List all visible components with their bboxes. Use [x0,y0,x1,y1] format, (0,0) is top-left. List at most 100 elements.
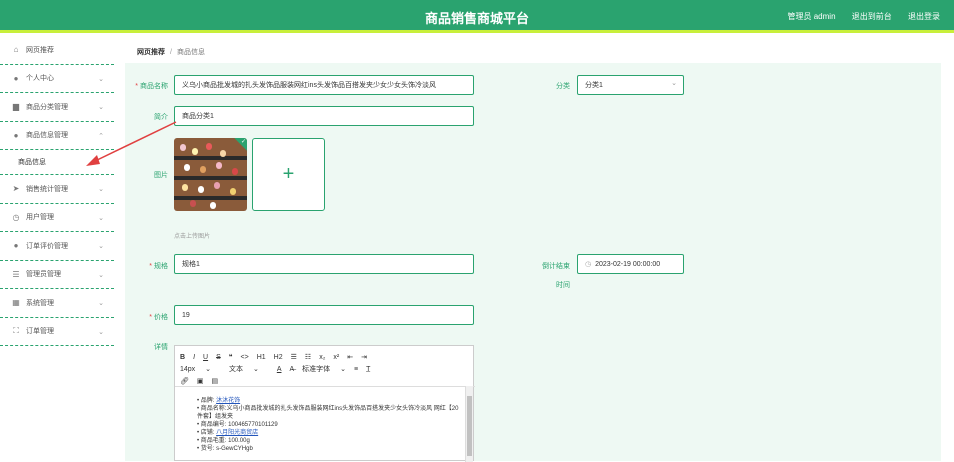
detail-line: • 品牌: 沐沐花饰 [197,398,241,404]
italic-button[interactable]: I [193,354,195,361]
user-icon: ● [13,241,19,251]
price-label: * 价格 [149,314,168,321]
sidebar-item-home[interactable]: ⌂ 网页推荐 [0,36,114,65]
breadcrumb-home[interactable]: 网页推荐 [137,47,165,57]
ordered-list-button[interactable]: ☰ [291,353,297,361]
plus-icon: + [282,163,295,185]
chevron-down-icon: ⌄ [98,243,104,250]
sidebar-item-admins[interactable]: ☰ 管理员管理 ⌄ [0,261,114,289]
chevron-down-icon: ⌄ [671,80,677,87]
sidebar-item-label: 网页推荐 [26,46,54,54]
category-select[interactable]: 分类1 ⌄ [577,75,684,95]
sidebar-item-label: 个人中心 [26,75,54,83]
sidebar-item-category[interactable]: ▆ 商品分类管理 ⌄ [0,93,114,122]
price-input[interactable]: 19 [174,305,474,325]
editor-toolbar-row2: 14px ⌄ 文本 ⌄ A A̶ 标准字体 ⌄ ≡ T̲ [175,363,473,375]
sidebar-item-label: 系统管理 [26,299,54,307]
breadcrumb: 网页推荐 / 商品信息 [125,41,941,63]
user-icon: ● [13,130,19,140]
subscript-button[interactable]: x₂ [319,354,325,361]
chevron-up-icon: ⌃ [98,132,104,140]
header-links: 管理员 admin 退出到前台 退出登录 [774,11,940,22]
chevron-down-icon: ⌄ [98,75,104,83]
code-button[interactable]: <> [241,354,249,361]
back-to-front-link[interactable]: 退出到前台 [852,12,892,21]
sidebar-item-label: 商品信息管理 [26,132,68,140]
outdent-button[interactable]: ⇤ [347,353,353,361]
link-icon[interactable]: 🔗︎ [180,377,189,385]
clear-format-icon[interactable]: T̲ [366,366,370,373]
category-label: 分类 [556,83,570,90]
sidebar-item-sales[interactable]: ➤ 销售统计管理 ⌄ [0,175,114,204]
breadcrumb-separator: / [170,48,172,56]
category-value: 分类1 [585,82,603,89]
image-icon[interactable]: ▣ [197,377,204,385]
sidebar-item-system[interactable]: ▦ 系统管理 ⌄ [0,289,114,318]
image-label: 图片 [154,172,168,179]
video-icon[interactable]: ▤ [212,377,219,385]
sidebar-item-label: 销售统计管理 [26,185,68,193]
detail-line: • 商品名称:义乌小商品批发城的扎头发饰品服装网红ins头发饰品百搭发夹少女头饰… [197,406,459,420]
sidebar-item-label: 订单评价管理 [26,242,68,250]
product-image-thumbnail[interactable]: ✓ [174,138,247,211]
chevron-down-icon: ⌄ [98,328,104,336]
sidebar-item-label: 用户管理 [26,214,54,222]
rich-text-editor[interactable]: B I U S ❝ <> H1 H2 ☰ ☷ x₂ x² ⇤ ⇥ 14px ⌄ … [174,345,475,462]
sidebar-item-label: 订单管理 [26,328,54,336]
countdown-label: 倒计结束 [542,263,570,270]
sidebar-item-product[interactable]: ● 商品信息管理 ⌃ [0,122,114,150]
h2-button[interactable]: H2 [274,354,283,361]
clock-icon: ◷ [585,261,592,268]
highlight-button[interactable]: A̶ [289,366,294,373]
font-family-select[interactable]: 标准字体 ⌄ [302,364,346,374]
chevron-down-icon: ⌄ [98,186,104,193]
editor-content[interactable]: • 品牌: 沐沐花饰 • 商品名称:义乌小商品批发城的扎头发饰品服装网红ins头… [175,386,475,462]
sidebar-item-profile[interactable]: ● 个人中心 ⌄ [0,65,114,93]
bullet-list-button[interactable]: ☷ [305,353,311,361]
sidebar-item-orders[interactable]: ⛶ 订单管理 ⌄ [0,318,114,346]
intro-label: 简介 [154,114,168,121]
brand-link[interactable]: 沐沐花饰 [216,398,240,404]
indent-button[interactable]: ⇥ [361,353,367,361]
detail-label: 详情 [154,344,168,351]
sidebar-subitem-product-info[interactable]: 商品信息 [0,150,114,175]
sidebar-item-reviews[interactable]: ● 订单评价管理 ⌄ [0,232,114,261]
product-name-input[interactable]: 义乌小商品批发城的扎头发饰品服装网红ins头发饰品百搭发夹少女少女头饰冷淡风 [174,75,474,95]
logout-link[interactable]: 退出登录 [908,12,940,21]
spec-label: * 规格 [149,263,168,270]
upload-hint: 点击上传图片 [174,234,211,240]
intro-input[interactable]: 商品分类1 [174,106,474,126]
product-name-label: * 商品名称 [135,83,168,90]
bold-button[interactable]: B [180,354,185,361]
top-header: 商品销售商城平台 管理员 admin 退出到前台 退出登录 [0,0,954,33]
font-color-button[interactable]: A [277,366,282,373]
detail-line: • 店铺: 八月阳光商贸店 [197,430,259,436]
chevron-down-icon: ⌄ [98,104,104,111]
h1-button[interactable]: H1 [257,354,266,361]
editor-scrollbar[interactable] [465,386,473,462]
spec-input[interactable]: 规格1 [174,254,474,274]
countdown-datetime-input[interactable]: ◷ 2023-02-19 00:00:00 [577,254,684,274]
send-icon: ➤ [12,184,20,194]
breadcrumb-current: 商品信息 [176,49,205,56]
quote-button[interactable]: ❝ [229,353,233,361]
superscript-button[interactable]: x² [333,354,339,361]
table-icon: ▦ [12,298,20,308]
admin-label: 管理员 admin [787,12,836,21]
shop-link[interactable]: 八月阳光商贸店 [216,430,258,436]
countdown-value: 2023-02-19 00:00:00 [595,260,661,268]
list-icon: ☰ [12,269,20,279]
strike-button[interactable]: S [216,354,221,361]
underline-button[interactable]: U [203,354,208,361]
sidebar-item-label: 商品分类管理 [26,103,68,111]
font-size-select[interactable]: 14px ⌄ [180,365,211,373]
upload-image-button[interactable]: + [252,138,325,211]
align-button[interactable]: ≡ [354,366,358,373]
chat-icon: ▆ [12,102,20,112]
editor-toolbar-row1: B I U S ❝ <> H1 H2 ☰ ☷ x₂ x² ⇤ ⇥ [175,351,473,363]
scrollbar-thumb[interactable] [467,396,472,456]
sidebar-item-label: 管理员管理 [26,271,61,279]
home-icon: ⌂ [13,45,19,55]
text-style-select[interactable]: 文本 ⌄ [229,364,259,374]
sidebar-item-users[interactable]: ◷ 用户管理 ⌄ [0,204,114,232]
